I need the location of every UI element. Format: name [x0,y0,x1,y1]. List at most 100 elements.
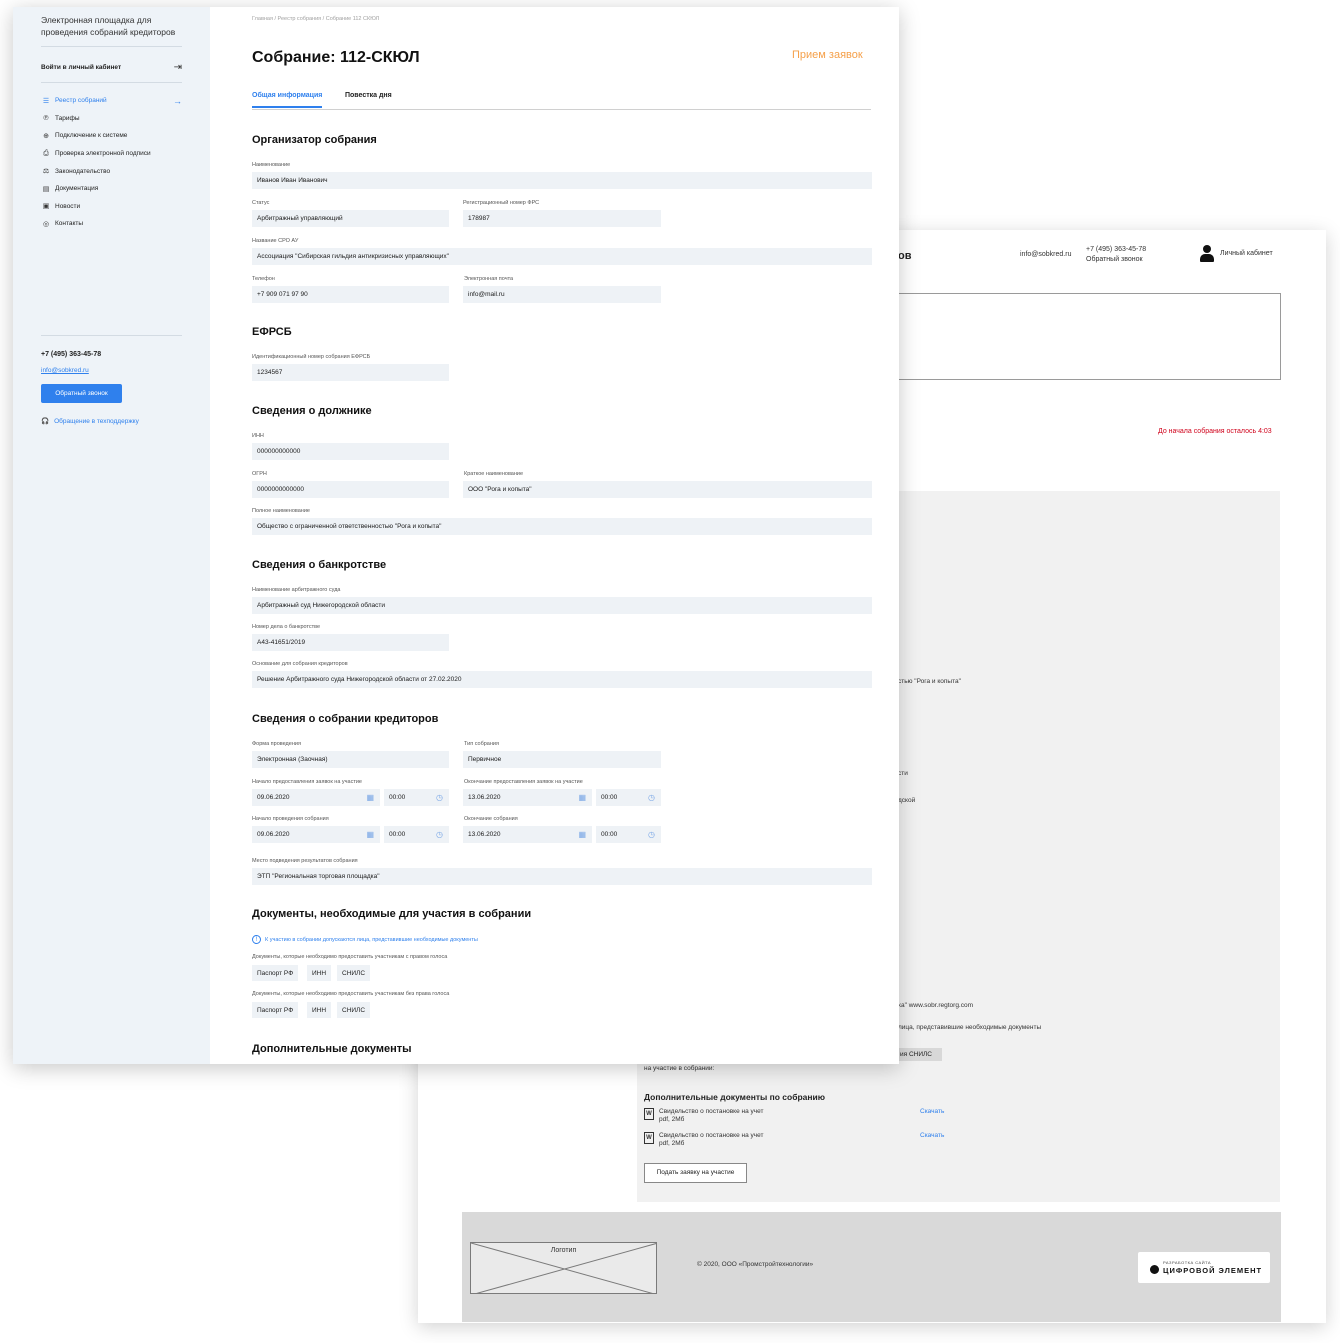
doc-chip: ИНН [307,965,332,981]
email-field[interactable]: info@mail.ru [463,286,661,303]
time-value: 00:00 [601,794,618,801]
info-text: К участию в собрании допускаются лица, п… [265,936,478,943]
inn-field[interactable]: 000000000000 [252,443,449,460]
back-email-link[interactable]: info@sobkred.ru [1020,251,1071,258]
app-end-time-field[interactable]: 00:00 ◷ [596,789,661,806]
time-value: 00:00 [389,831,406,838]
doc-chip: Паспорт РФ [252,1002,299,1018]
news-icon: ▣ [42,203,50,211]
clock-icon[interactable]: ◷ [648,830,655,839]
callback-button[interactable]: Обратный звонок [41,384,122,403]
tariff-icon: ℗ [43,114,49,122]
clock-icon[interactable]: ◷ [648,793,655,802]
login-link[interactable]: Войти в личный кабинет ⇥ [41,62,182,73]
phone-field[interactable]: +7 909 071 97 90 [252,286,449,303]
clock-icon[interactable]: ◷ [436,793,443,802]
court-field[interactable]: Арбитражный суд Нижегородской области [252,597,872,614]
app-start-time-field[interactable]: 00:00 ◷ [384,789,449,806]
calendar-icon[interactable]: ▦ [578,793,586,802]
breadcrumb[interactable]: Главная / Реестр собрания / Собрание 112… [252,16,379,22]
calendar-icon[interactable]: ▦ [366,793,374,802]
word-file-icon: W [644,1132,654,1144]
developer-name: ЦИФРОВОЙ ЭЛЕМЕНТ [1163,1266,1263,1275]
back-doc-meta: pdf, 2Мб [659,1116,685,1123]
field-label: Номер дела о банкротстве [252,624,321,630]
back-fragment-basis: дской [898,797,916,804]
sidebar-item-legislation[interactable]: ⚖ Законодательство [41,162,182,180]
section-title-organizer: Организатор собрания [252,134,377,146]
doc-chip: СНИЛС [337,1002,371,1018]
support-link[interactable]: 🎧 Обращение в техподдержку [41,417,139,426]
sidebar-item-contacts[interactable]: ◎ Контакты [41,215,182,233]
calendar-icon[interactable]: ▦ [578,830,586,839]
developer-logo-icon [1150,1265,1159,1274]
place-field[interactable]: ЭТП "Региональная торговая площадка" [252,868,872,885]
section-title-efrsb: ЕФРСБ [252,326,292,338]
case-number-field[interactable]: А43-41651/2019 [252,634,449,651]
section-title-debtor: Сведения о должнике [252,405,372,417]
sidebar-item-connect[interactable]: ⊕ Подключение к системе [41,127,182,145]
back-doc-chip: ия СНИЛС [898,1048,942,1061]
start-time-field[interactable]: 00:00 ◷ [384,826,449,843]
back-cabinet-link[interactable]: Личный кабинет [1200,245,1273,262]
efrsb-id-field[interactable]: 1234567 [252,364,449,381]
date-value: 09.06.2020 [257,794,290,801]
sidebar-item-news[interactable]: ▣ Новости [41,198,182,216]
login-label: Войти в личный кабинет [41,64,122,71]
app-end-date-field[interactable]: 13.06.2020 ▦ [463,789,592,806]
sidebar-item-documentation[interactable]: ▤ Документация [41,180,182,198]
divider [41,82,182,83]
registration-number-field[interactable]: 178987 [463,210,661,227]
field-label: Идентификационный номер собрания ЕФРСБ [252,354,371,360]
field-label: Тип собрания [464,741,499,747]
countdown-timer: До начала собрания осталось 4:03 [1158,428,1272,435]
back-callback-link[interactable]: Обратный звонок [1086,255,1146,265]
developer-badge[interactable]: РАЗРАБОТКА САЙТА ЦИФРОВОЙ ЭЛЕМЕНТ [1138,1252,1270,1283]
field-label: Наименование арбитражного суда [252,587,341,593]
organizer-name-field[interactable]: Иванов Иван Иванович [252,172,872,189]
back-download-link[interactable]: Скачать [920,1108,944,1115]
back-doc-item: W Свидельство о постановке на учет pdf, 2… [644,1108,764,1124]
clock-icon[interactable]: ◷ [436,830,443,839]
end-date-field[interactable]: 13.06.2020 ▦ [463,826,592,843]
meeting-type-field[interactable]: Первичное [463,751,661,768]
field-label: Наименование [252,162,291,168]
info-note: ! К участию в собрании допускаются лица,… [252,935,478,944]
back-download-link[interactable]: Скачать [920,1132,944,1139]
field-label: Регистрационный номер ФРС [463,200,540,206]
sidebar-item-tariffs[interactable]: ℗ Тарифы [41,110,182,128]
field-label: Окончание собрания [464,816,518,822]
apply-button[interactable]: Подать заявку на участие [644,1163,747,1183]
sidebar-item-signature[interactable]: ⎙ Проверка электронной подписи [41,145,182,163]
sidebar-item-label: Законодательство [55,167,111,175]
field-label: Начало предоставления заявок на участие [252,779,362,785]
field-label: Название СРО АУ [252,238,299,244]
end-time-field[interactable]: 00:00 ◷ [596,826,661,843]
word-file-icon: W [644,1108,654,1120]
field-label: Форма проведения [252,741,301,747]
back-fragment-court: сти [898,770,908,777]
sidebar-item-registry[interactable]: ☰ Реестр собраний → [41,92,182,110]
form-field[interactable]: Электронная (Заочная) [252,751,449,768]
date-value: 13.06.2020 [468,794,501,801]
field-label: Статус [252,200,270,206]
sidebar-item-label: Контакты [55,220,84,228]
app-start-date-field[interactable]: 09.06.2020 ▦ [252,789,380,806]
sidebar-email-link[interactable]: info@sobkred.ru [41,367,89,374]
tab-agenda[interactable]: Повестка дня [345,92,392,99]
support-label: Обращение в техподдержку [54,417,139,425]
calendar-icon[interactable]: ▦ [366,830,374,839]
developer-caption: РАЗРАБОТКА САЙТА [1163,1260,1212,1265]
short-name-field[interactable]: ООО "Рога и копыта" [463,481,872,498]
basis-field[interactable]: Решение Арбитражного суда Нижегородской … [252,671,872,688]
sro-field[interactable]: Ассоциация "Сибирская гильдия антикризис… [252,248,872,265]
start-date-field[interactable]: 09.06.2020 ▦ [252,826,380,843]
front-window: Электронная площадка для проведения собр… [13,7,899,1064]
field-label: Начало проведения собрания [252,816,329,822]
ogrn-field[interactable]: 0000000000000 [252,481,449,498]
full-name-field[interactable]: Общество с ограниченной ответственностью… [252,518,872,535]
site-brand[interactable]: Электронная площадка для проведения собр… [41,14,191,38]
organizer-status-field[interactable]: Арбитражный управляющий [252,210,449,227]
field-label: ИНН [252,433,264,439]
tab-general[interactable]: Общая информация [252,92,323,108]
